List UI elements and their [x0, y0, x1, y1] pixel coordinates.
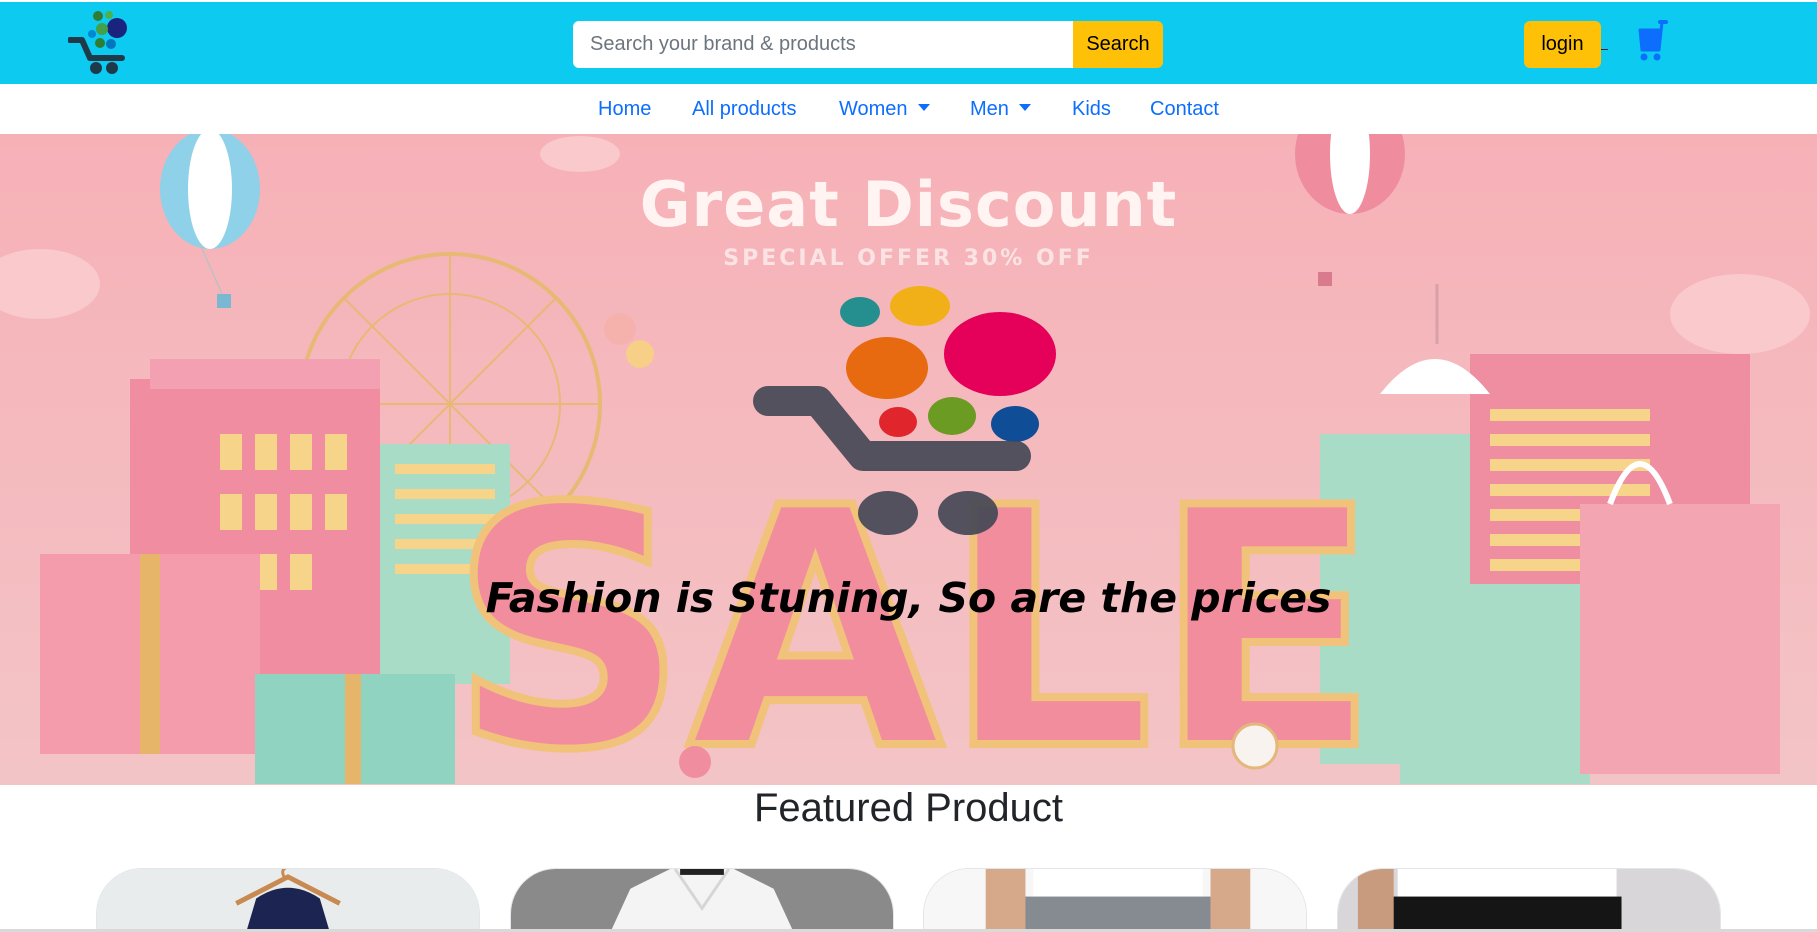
caret-down-icon	[1018, 104, 1031, 111]
hero-subtitle: SPECIAL OFFER 30% OFF	[723, 246, 1094, 271]
product-image	[97, 869, 479, 932]
nav-kids[interactable]: Kids	[1072, 98, 1111, 121]
cart-icon[interactable]	[1638, 20, 1668, 62]
top-header-bar: Search login	[0, 0, 1817, 84]
nav-all-products[interactable]: All products	[692, 98, 797, 121]
search-button[interactable]: Search	[1073, 21, 1163, 68]
main-navigation: Home All products Women Men Kids Contact	[0, 84, 1817, 134]
brand-logo-icon[interactable]	[68, 10, 130, 76]
product-image	[1338, 869, 1720, 932]
caret-down-icon	[917, 104, 930, 111]
search-input[interactable]	[573, 21, 1073, 68]
featured-product-heading: Featured Product	[753, 786, 1064, 830]
nav-men-label: Men	[970, 98, 1009, 120]
cart-logo-overlay-icon	[753, 286, 1056, 535]
hero-title: Great Discount	[639, 168, 1178, 241]
product-card-white-shirt[interactable]	[510, 868, 894, 932]
product-card-black-jeans[interactable]	[1337, 868, 1721, 932]
nav-women-label: Women	[839, 98, 908, 120]
hero-banner: SALE Great Discount SPECIAL OFFER 30% OF…	[0, 134, 1817, 785]
divider	[1601, 49, 1608, 50]
product-card-navy-tshirt[interactable]	[96, 868, 480, 932]
nav-men-dropdown[interactable]: Men	[970, 98, 1031, 121]
nav-home[interactable]: Home	[598, 98, 651, 121]
product-card-grey-jeans[interactable]	[923, 868, 1307, 932]
login-button[interactable]: login	[1524, 21, 1601, 68]
nav-women-dropdown[interactable]: Women	[839, 98, 930, 121]
nav-contact[interactable]: Contact	[1150, 98, 1219, 121]
product-image	[511, 869, 893, 932]
product-image	[924, 869, 1306, 932]
hero-tagline: Fashion is Stuning, So are the prices	[485, 574, 1332, 622]
